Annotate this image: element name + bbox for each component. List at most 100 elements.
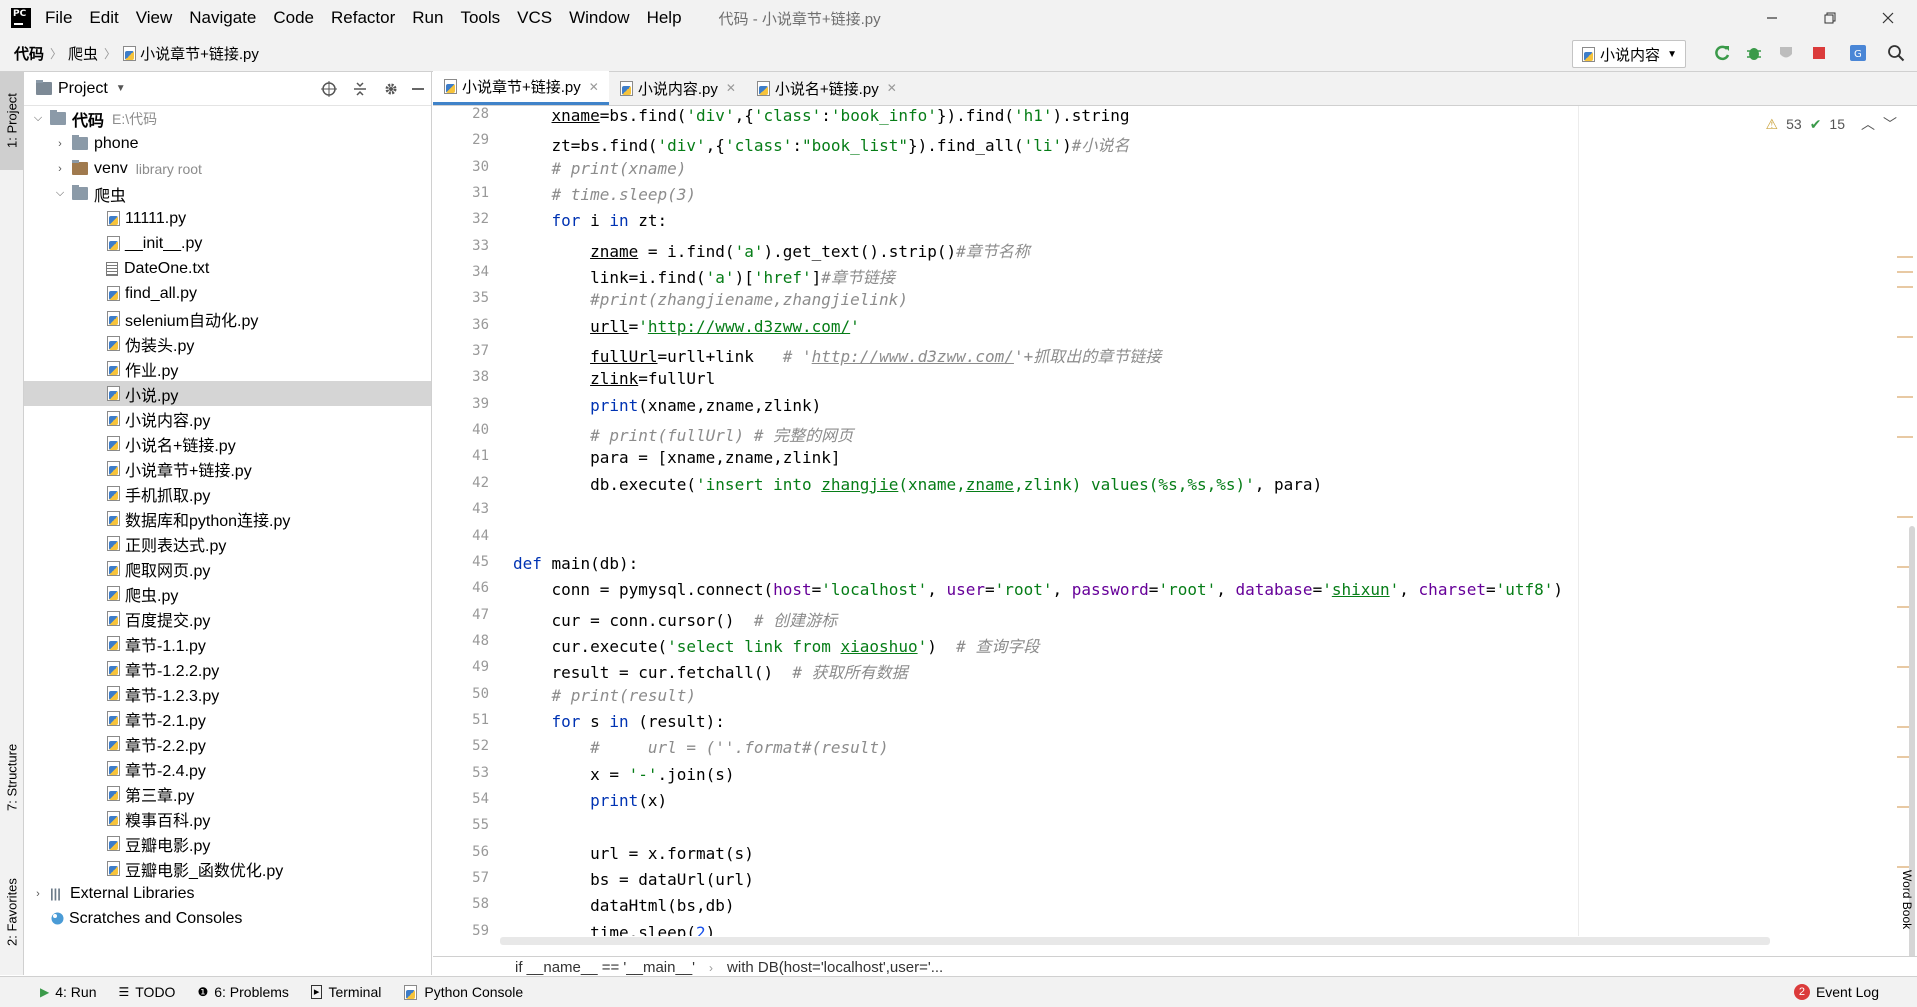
tree-file[interactable]: 爬取网页.py	[24, 556, 431, 581]
tree-folder-crawler[interactable]: ⌵ 爬虫	[24, 181, 431, 206]
collapse-all-icon[interactable]	[351, 80, 369, 98]
tab-novel-name-links[interactable]: 小说名+链接.py ✕	[746, 71, 907, 105]
tree-file[interactable]: 小说名+链接.py	[24, 431, 431, 456]
menu-tools[interactable]: Tools	[460, 8, 500, 28]
tree-file[interactable]: 章节-1.2.2.py	[24, 656, 431, 681]
restore-button[interactable]	[1801, 0, 1859, 36]
stop-icon[interactable]	[1810, 44, 1828, 62]
code-area[interactable]: xname=bs.find('div',{'class':'book_info'…	[513, 106, 1833, 936]
tree-file[interactable]: selenium自动化.py	[24, 306, 431, 331]
close-tab-icon[interactable]: ✕	[726, 81, 736, 95]
hide-panel-icon[interactable]	[409, 80, 427, 98]
inspection-widget[interactable]: ⚠ 53 ✔ 15 ︿ ﹀	[1766, 114, 1897, 134]
structure-tool-tab[interactable]: 7: Structure	[0, 732, 24, 822]
code-line: dataHtml(bs,db)	[513, 896, 735, 916]
line-number: 30	[472, 158, 489, 175]
tree-file[interactable]: __init__.py	[24, 231, 431, 256]
folder-icon	[72, 135, 88, 150]
breadcrumb-folder[interactable]: 爬虫	[68, 43, 98, 64]
tree-file[interactable]: DateOne.txt	[24, 256, 431, 281]
close-button[interactable]	[1859, 0, 1917, 36]
tree-file[interactable]: 正则表达式.py	[24, 531, 431, 556]
tree-file[interactable]: 百度提交.py	[24, 606, 431, 631]
event-log-button[interactable]: 2 Event Log	[1793, 984, 1879, 1000]
code-line: zname = i.find('a').get_text().strip()#章…	[590, 241, 1030, 261]
terminal-tool-button[interactable]: ▸ Terminal	[310, 984, 381, 1000]
python-file-icon	[106, 761, 121, 776]
code-line: para = [xname,zname,zlink]	[513, 448, 841, 468]
close-tab-icon[interactable]: ✕	[887, 81, 897, 95]
chevron-up-icon[interactable]: ︿	[1861, 114, 1875, 134]
breadcrumb-with-db[interactable]: with DB(host='localhost',user='...	[727, 959, 943, 976]
tree-external-libraries[interactable]: › ||| External Libraries	[24, 881, 431, 906]
chevron-down-icon[interactable]: ▼	[116, 83, 126, 94]
python-console-tool-button[interactable]: Python Console	[403, 984, 523, 1000]
menu-file[interactable]: File	[45, 8, 72, 28]
menu-run[interactable]: Run	[412, 8, 443, 28]
gear-icon[interactable]	[382, 80, 400, 98]
tree-file[interactable]: 第三章.py	[24, 781, 431, 806]
tree-file[interactable]: 章节-2.2.py	[24, 731, 431, 756]
run-configuration-select[interactable]: 小说内容 ▼	[1572, 40, 1686, 68]
tree-folder-venv[interactable]: › venv library root	[24, 156, 431, 181]
tree-file[interactable]: 爬虫.py	[24, 581, 431, 606]
rerun-icon[interactable]	[1713, 44, 1731, 62]
breadcrumb-if-main[interactable]: if __name__ == '__main__'	[515, 959, 695, 976]
error-stripe[interactable]	[1891, 106, 1917, 966]
menu-help[interactable]: Help	[647, 8, 682, 28]
tree-file[interactable]: 伪装头.py	[24, 331, 431, 356]
tree-file[interactable]: 小说.py	[24, 381, 431, 406]
tree-file[interactable]: 小说章节+链接.py	[24, 456, 431, 481]
run-tool-button[interactable]: ▶ 4: Run	[40, 984, 96, 1000]
code-line: time.sleep(2)	[513, 922, 716, 936]
problems-tool-button[interactable]: ❶ 6: Problems	[197, 984, 288, 1000]
tree-file[interactable]: 作业.py	[24, 356, 431, 381]
minimize-button[interactable]	[1743, 0, 1801, 36]
menu-refactor[interactable]: Refactor	[331, 8, 395, 28]
menu-navigate[interactable]: Navigate	[189, 8, 256, 28]
debug-icon[interactable]	[1745, 44, 1763, 62]
favorites-tool-tab[interactable]: 2: Favorites	[0, 862, 24, 962]
python-file-icon	[106, 511, 121, 526]
tab-novel-content[interactable]: 小说内容.py ✕	[609, 71, 746, 105]
translate-icon[interactable]: G	[1849, 44, 1867, 62]
close-tab-icon[interactable]: ✕	[589, 80, 599, 94]
menu-vcs[interactable]: VCS	[517, 8, 552, 28]
project-panel-title[interactable]: Project	[58, 80, 108, 98]
menu-window[interactable]: Window	[569, 8, 629, 28]
search-icon[interactable]	[1887, 44, 1905, 62]
tree-file[interactable]: 章节-1.1.py	[24, 631, 431, 656]
tree-file[interactable]: find_all.py	[24, 281, 431, 306]
breadcrumb-project[interactable]: 代码	[14, 43, 44, 64]
code-line: cur.execute('select link from xiaoshuo')…	[513, 636, 1040, 656]
breadcrumb-file[interactable]: 小说章节+链接.py	[140, 43, 259, 64]
tab-chapter-links[interactable]: 小说章节+链接.py ✕	[433, 71, 609, 105]
locate-icon[interactable]	[320, 80, 338, 98]
tree-file[interactable]: 章节-2.4.py	[24, 756, 431, 781]
tree-file[interactable]: 手机抓取.py	[24, 481, 431, 506]
line-number: 44	[472, 527, 489, 544]
line-number: 51	[472, 711, 489, 728]
coverage-icon[interactable]	[1777, 44, 1795, 62]
menu-view[interactable]: View	[136, 8, 173, 28]
menu-code[interactable]: Code	[273, 8, 314, 28]
tree-root[interactable]: ⌵ 代码 E:\代码	[24, 106, 431, 131]
tree-file[interactable]: 糗事百科.py	[24, 806, 431, 831]
menu-edit[interactable]: Edit	[89, 8, 118, 28]
tree-folder-phone[interactable]: › phone	[24, 131, 431, 156]
project-tool-tab[interactable]: 1: Project	[0, 72, 24, 170]
tree-file[interactable]: 11111.py	[24, 206, 431, 231]
tree-scratches[interactable]: Scratches and Consoles	[24, 906, 431, 931]
todo-tool-button[interactable]: ☰ TODO	[118, 984, 175, 1000]
word-book-tool-tab[interactable]: Word Book	[1897, 870, 1917, 980]
tree-file[interactable]: 章节-2.1.py	[24, 706, 431, 731]
horizontal-scrollbar[interactable]	[500, 937, 1770, 945]
python-file-icon	[106, 436, 121, 451]
tree-file[interactable]: 小说内容.py	[24, 406, 431, 431]
tree-file[interactable]: 章节-1.2.3.py	[24, 681, 431, 706]
python-file-icon	[106, 636, 121, 651]
tree-file[interactable]: 豆瓣电影.py	[24, 831, 431, 856]
tree-file[interactable]: 豆瓣电影_函数优化.py	[24, 856, 431, 881]
tree-file[interactable]: 数据库和python连接.py	[24, 506, 431, 531]
